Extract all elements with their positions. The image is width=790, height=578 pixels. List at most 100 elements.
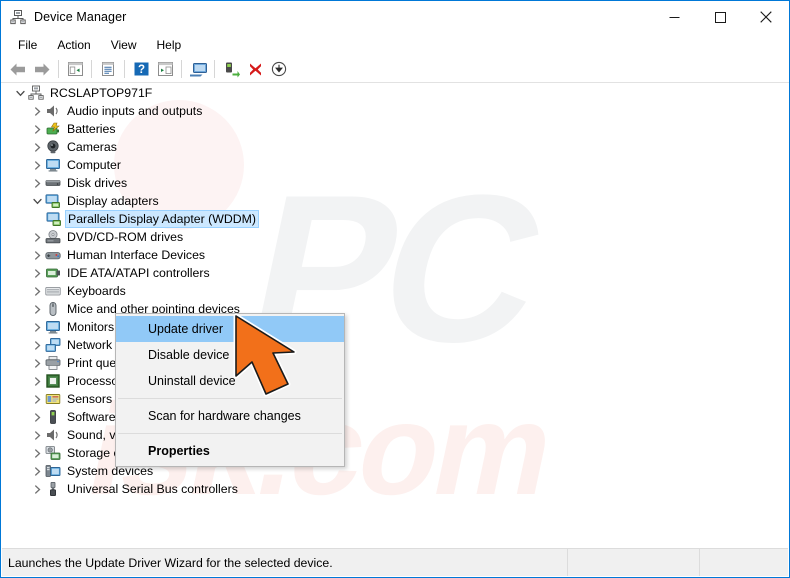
toolbar-separator	[124, 60, 125, 78]
mouse-icon	[45, 301, 62, 317]
red-x-icon	[249, 63, 261, 75]
update-driver-button[interactable]	[219, 58, 243, 81]
chevron-right-icon[interactable]	[29, 462, 45, 480]
uninstall-device-button[interactable]	[243, 58, 267, 81]
tree-row-parallels-display-adapter[interactable]: Parallels Display Adapter (WDDM)	[2, 209, 788, 228]
chevron-down-icon[interactable]	[29, 192, 45, 210]
status-cell-2	[700, 549, 788, 576]
chevron-right-icon[interactable]	[29, 408, 45, 426]
action-menu-button[interactable]	[153, 58, 177, 81]
disable-device-button[interactable]	[267, 58, 291, 81]
window-title: Device Manager	[34, 10, 127, 24]
context-menu-item-update-driver[interactable]: Update driver	[116, 316, 344, 342]
tree-item-label: Disk drives	[67, 175, 128, 190]
tree-row-human-interface-devices[interactable]: Human Interface Devices	[2, 246, 788, 264]
monitor-scan-icon	[189, 62, 207, 76]
svg-text:?: ?	[137, 64, 144, 76]
forward-arrow-icon	[35, 63, 50, 75]
close-button[interactable]	[743, 1, 789, 33]
chevron-right-icon[interactable]	[29, 300, 45, 318]
menu-view[interactable]: View	[101, 36, 147, 55]
chevron-right-icon[interactable]	[29, 138, 45, 156]
toolbar: ?	[1, 56, 789, 83]
storage-controller-icon	[45, 445, 62, 461]
chevron-right-icon[interactable]	[29, 246, 45, 264]
computer-root-icon	[28, 85, 45, 101]
properties-button[interactable]	[96, 58, 120, 81]
printer-icon	[45, 355, 62, 371]
toolbar-separator	[214, 60, 215, 78]
tree-item-label: Cameras	[67, 139, 117, 154]
context-menu-item-properties[interactable]: Properties	[116, 438, 344, 464]
tree-row-cameras[interactable]: Cameras	[2, 138, 788, 156]
chevron-right-icon[interactable]	[29, 318, 45, 336]
tree-item-label: IDE ATA/ATAPI controllers	[67, 265, 210, 280]
console-tree-icon	[67, 62, 83, 76]
chevron-right-icon[interactable]	[29, 174, 45, 192]
tree-row-batteries[interactable]: Batteries	[2, 120, 788, 138]
minimize-button[interactable]	[651, 1, 697, 33]
context-menu-item-uninstall-device[interactable]: Uninstall device	[116, 368, 344, 394]
dvd-drive-icon	[45, 229, 62, 245]
chevron-right-icon[interactable]	[29, 336, 45, 354]
ide-controller-icon	[45, 265, 62, 281]
tree-row-root[interactable]: RCSLAPTOP971F	[2, 84, 788, 102]
device-tree-pane[interactable]: PC isk.com	[2, 84, 788, 548]
tree-item-label: Parallels Display Adapter (WDDM)	[65, 209, 259, 228]
toolbar-separator	[181, 60, 182, 78]
chevron-right-icon[interactable]	[29, 120, 45, 138]
back-button[interactable]	[6, 58, 30, 81]
tree-row-audio-inputs-and-outputs[interactable]: Audio inputs and outputs	[2, 102, 788, 120]
tree-row-disk-drives[interactable]: Disk drives	[2, 174, 788, 192]
software-device-icon	[45, 409, 62, 425]
chevron-right-icon[interactable]	[29, 426, 45, 444]
device-context-menu[interactable]: Update driver Disable device Uninstall d…	[115, 313, 345, 467]
scan-hardware-changes-button[interactable]	[186, 58, 210, 81]
monitor-icon	[45, 319, 62, 335]
tree-row-display-adapters[interactable]: Display adapters	[2, 192, 788, 210]
chevron-right-icon[interactable]	[29, 228, 45, 246]
status-bar: Launches the Update Driver Wizard for th…	[2, 548, 788, 576]
tree-row-ide-ata-atapi-controllers[interactable]: IDE ATA/ATAPI controllers	[2, 264, 788, 282]
tree-item-label: Display adapters	[67, 193, 159, 208]
device-manager-icon	[10, 9, 26, 25]
status-message: Launches the Update Driver Wizard for th…	[2, 549, 568, 576]
help-question-icon: ?	[134, 62, 148, 76]
chevron-right-icon[interactable]	[29, 282, 45, 300]
title-bar[interactable]: Device Manager	[1, 1, 789, 33]
speaker-icon	[45, 427, 62, 443]
maximize-button[interactable]	[697, 1, 743, 33]
chevron-right-icon[interactable]	[29, 480, 45, 498]
menu-file[interactable]: File	[8, 36, 47, 55]
tree-row-universal-serial-bus-controllers[interactable]: Universal Serial Bus controllers	[2, 480, 788, 498]
chevron-right-icon[interactable]	[29, 444, 45, 462]
tree-item-label: Keyboards	[67, 283, 126, 298]
processor-icon	[45, 373, 62, 389]
tree-item-label: Audio inputs and outputs	[67, 103, 203, 118]
menu-action[interactable]: Action	[47, 36, 100, 55]
menu-help[interactable]: Help	[147, 36, 192, 55]
chevron-down-icon[interactable]	[12, 84, 28, 102]
chevron-right-icon[interactable]	[29, 372, 45, 390]
tree-row-dvd-cd-rom-drives[interactable]: DVD/CD-ROM drives	[2, 228, 788, 246]
help-button[interactable]: ?	[129, 58, 153, 81]
chevron-right-icon[interactable]	[29, 156, 45, 174]
context-menu-item-scan-for-hardware-changes[interactable]: Scan for hardware changes	[116, 403, 344, 429]
properties-window-icon	[102, 62, 114, 76]
show-hide-console-tree-button[interactable]	[63, 58, 87, 81]
forward-button[interactable]	[30, 58, 54, 81]
chevron-right-icon[interactable]	[29, 102, 45, 120]
tree-row-computer[interactable]: Computer	[2, 156, 788, 174]
hid-icon	[45, 247, 62, 263]
toolbar-separator	[91, 60, 92, 78]
context-menu-item-disable-device[interactable]: Disable device	[116, 342, 344, 368]
chevron-right-icon[interactable]	[29, 264, 45, 282]
context-menu-separator	[118, 398, 342, 399]
display-adapter-icon	[45, 193, 62, 209]
chevron-right-icon[interactable]	[29, 354, 45, 372]
tree-item-label: Computer	[67, 157, 121, 172]
chevron-right-icon[interactable]	[29, 390, 45, 408]
action-pane-icon	[157, 62, 173, 76]
display-adapter-icon	[46, 211, 63, 227]
tree-row-keyboards[interactable]: Keyboards	[2, 282, 788, 300]
